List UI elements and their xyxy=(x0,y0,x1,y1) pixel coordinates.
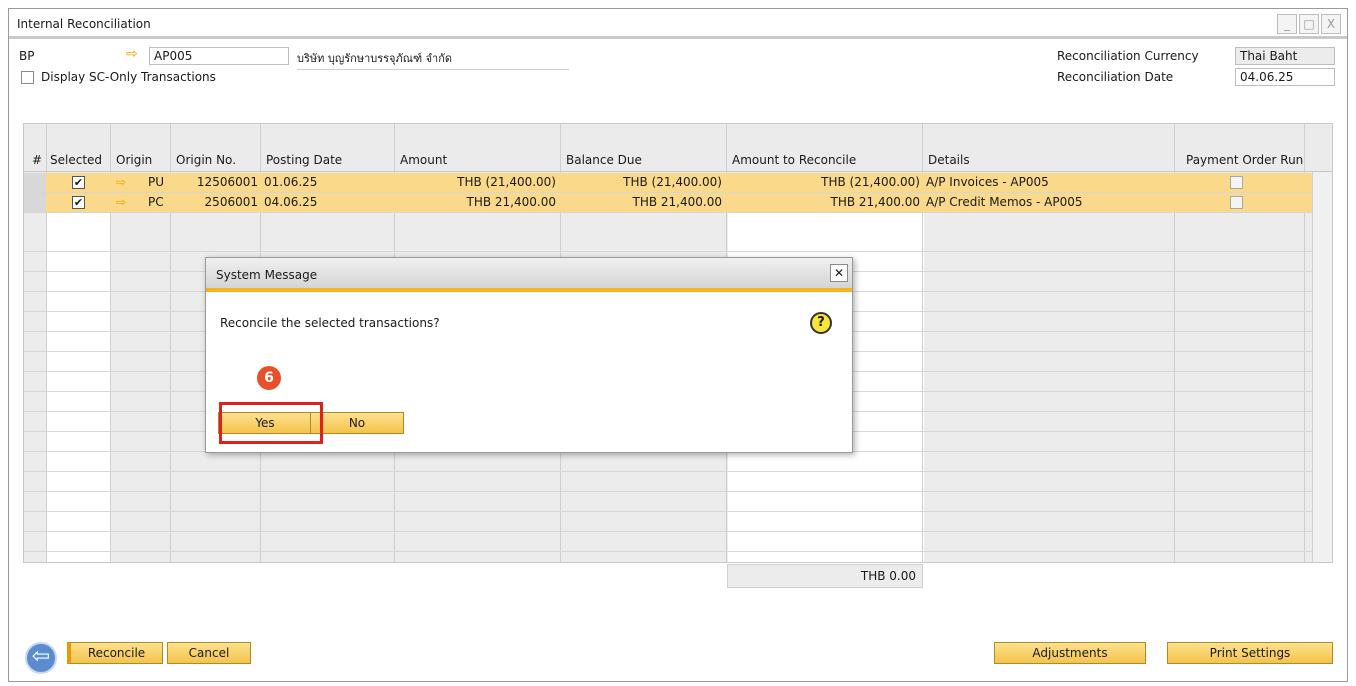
reconcile-total: THB 0.00 xyxy=(727,564,923,588)
step-badge: 6 xyxy=(257,366,281,390)
origin-link-arrow-icon[interactable]: ⇨ xyxy=(116,195,126,209)
dialog-close-icon[interactable]: ✕ xyxy=(830,264,848,282)
row-amount-to-reconcile[interactable]: THB 21,400.00 xyxy=(728,195,920,209)
table-row xyxy=(24,532,1332,552)
recon-currency-label: Reconciliation Currency xyxy=(1057,49,1199,63)
table-row xyxy=(24,512,1332,532)
row-balance-due: THB 21,400.00 xyxy=(632,195,722,209)
col-header-origin-no[interactable]: Origin No. xyxy=(176,153,236,167)
no-button[interactable]: No xyxy=(310,412,404,434)
maximize-button[interactable]: □ xyxy=(1299,14,1319,34)
payment-order-run-checkbox[interactable] xyxy=(1230,176,1243,189)
row-header[interactable] xyxy=(24,173,46,192)
grid-header: # Selected Origin Origin No. Posting Dat… xyxy=(24,148,1332,172)
col-header-origin[interactable]: Origin xyxy=(116,153,152,167)
table-row[interactable]: ✔ ⇨ PU 12506001 01.06.25 THB (21,400.00)… xyxy=(24,173,1332,193)
row-selected-checkbox[interactable]: ✔ xyxy=(72,176,85,189)
question-icon: ? xyxy=(810,312,832,334)
yes-highlight-box xyxy=(219,402,323,444)
dialog-title: System Message xyxy=(216,268,318,282)
window-controls: _ □ X xyxy=(1277,14,1341,34)
col-header-number[interactable]: # xyxy=(32,153,42,167)
col-header-posting-date[interactable]: Posting Date xyxy=(266,153,342,167)
minimize-button[interactable]: _ xyxy=(1277,14,1297,34)
recon-date-field[interactable]: 04.06.25 xyxy=(1235,68,1335,86)
recon-currency-field: Thai Baht xyxy=(1235,47,1335,65)
col-header-amount-to-reconcile[interactable]: Amount to Reconcile xyxy=(732,153,856,167)
print-settings-button[interactable]: Print Settings xyxy=(1167,642,1333,664)
title-bar: Internal Reconciliation _ □ X xyxy=(9,9,1347,39)
col-header-details[interactable]: Details xyxy=(928,153,970,167)
col-header-balance-due[interactable]: Balance Due xyxy=(566,153,642,167)
adjustments-button[interactable]: Adjustments xyxy=(994,642,1146,664)
close-button[interactable]: X xyxy=(1321,14,1341,34)
row-selected-checkbox[interactable]: ✔ xyxy=(72,196,85,209)
recon-date-label: Reconciliation Date xyxy=(1057,70,1174,84)
row-header[interactable] xyxy=(24,193,46,212)
dialog-message: Reconcile the selected transactions? xyxy=(220,316,440,330)
table-row xyxy=(24,492,1332,512)
back-arrow-icon[interactable]: ⇦ xyxy=(25,642,57,674)
row-balance-due: THB (21,400.00) xyxy=(623,175,722,189)
bp-link-arrow-icon[interactable]: ⇨ xyxy=(126,46,138,62)
bp-name-field[interactable]: บริษัท บุญรักษาบรรจุภัณฑ์ จำกัด xyxy=(297,49,569,70)
dialog-title-bar: System Message ✕ xyxy=(206,258,852,292)
row-origin-no: 2506001 xyxy=(204,195,258,209)
row-origin: PC xyxy=(148,195,164,209)
window-title: Internal Reconciliation xyxy=(17,17,151,31)
table-row xyxy=(24,472,1332,492)
reconcile-button[interactable]: Reconcile xyxy=(67,642,163,664)
row-amount-to-reconcile[interactable]: THB (21,400.00) xyxy=(728,175,920,189)
row-posting-date: 01.06.25 xyxy=(264,175,318,189)
cancel-button[interactable]: Cancel xyxy=(167,642,251,664)
display-sc-only-label: Display SC-Only Transactions xyxy=(41,70,216,84)
internal-reconciliation-window: Internal Reconciliation _ □ X BP ⇨ AP005… xyxy=(8,8,1348,682)
col-header-selected[interactable]: Selected xyxy=(50,153,102,167)
origin-link-arrow-icon[interactable]: ⇨ xyxy=(116,175,126,189)
grid-top-band xyxy=(24,124,1332,148)
grid-scrollbar[interactable] xyxy=(1312,172,1332,562)
table-row xyxy=(24,452,1332,472)
row-posting-date: 04.06.25 xyxy=(264,195,318,209)
row-amount: THB (21,400.00) xyxy=(457,175,556,189)
row-details: A/P Invoices - AP005 xyxy=(926,175,1049,189)
bp-label: BP xyxy=(19,49,35,63)
col-header-amount[interactable]: Amount xyxy=(400,153,447,167)
table-row xyxy=(24,232,1332,252)
table-row[interactable]: ✔ ⇨ PC 2506001 04.06.25 THB 21,400.00 TH… xyxy=(24,193,1332,213)
payment-order-run-checkbox[interactable] xyxy=(1230,196,1243,209)
display-sc-only-checkbox[interactable] xyxy=(21,71,34,84)
row-origin-no: 12506001 xyxy=(196,175,258,189)
col-header-payment-order-run[interactable]: Payment Order Run xyxy=(1186,153,1303,167)
row-origin: PU xyxy=(148,175,165,189)
row-amount: THB 21,400.00 xyxy=(466,195,556,209)
row-details: A/P Credit Memos - AP005 xyxy=(926,195,1083,209)
bp-code-field[interactable]: AP005 xyxy=(149,47,289,65)
